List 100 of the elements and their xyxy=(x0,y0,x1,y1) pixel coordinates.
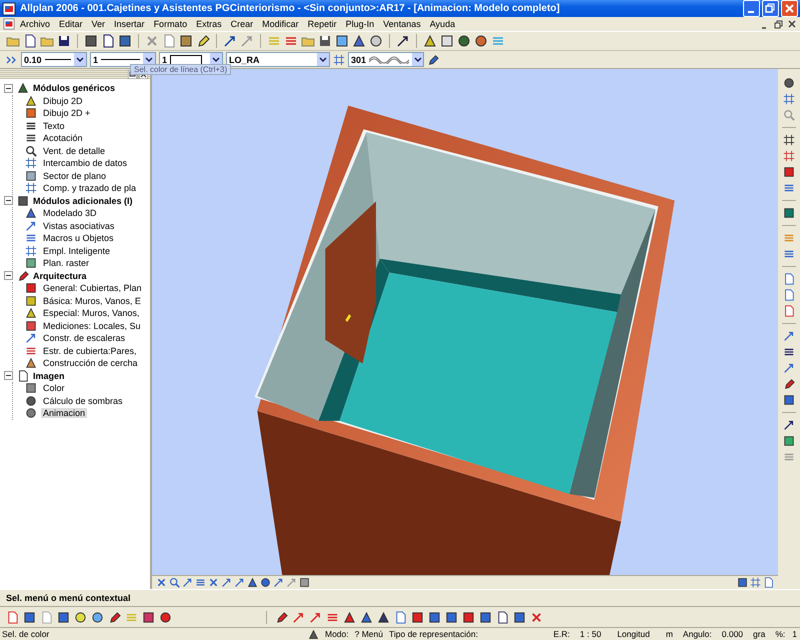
grid-icon[interactable] xyxy=(750,577,761,588)
square-icon[interactable] xyxy=(57,610,70,624)
caret-icon[interactable] xyxy=(145,56,153,62)
pencil-icon[interactable] xyxy=(275,610,288,624)
circle-icon[interactable] xyxy=(260,577,271,588)
tree-item[interactable]: General: Cubiertas, Plan xyxy=(41,283,144,294)
caret-icon[interactable] xyxy=(414,56,422,62)
tree-group-label[interactable]: Imagen xyxy=(33,370,65,381)
caret-icon[interactable] xyxy=(76,56,84,62)
collapse-icon[interactable] xyxy=(4,196,13,206)
cross-icon[interactable] xyxy=(156,577,167,588)
grid-icon[interactable] xyxy=(25,157,37,170)
triangle-icon[interactable] xyxy=(247,577,258,588)
tree-item[interactable]: Empl. Inteligente xyxy=(41,246,112,256)
document-icon[interactable] xyxy=(3,18,15,30)
chevron-icon[interactable] xyxy=(6,54,18,64)
square-icon[interactable] xyxy=(25,320,37,332)
magnifier-icon[interactable] xyxy=(25,144,37,157)
square-icon[interactable] xyxy=(783,435,795,447)
square-icon[interactable] xyxy=(335,34,349,48)
square-icon[interactable] xyxy=(428,610,441,624)
line-width-dropdown[interactable]: 0.10 xyxy=(21,52,87,67)
square-icon[interactable] xyxy=(445,610,458,624)
grid-icon[interactable] xyxy=(783,134,795,146)
circle-icon[interactable] xyxy=(457,34,471,48)
menu-item[interactable]: Modificar xyxy=(258,19,303,29)
triangle-icon[interactable] xyxy=(25,94,37,107)
square-icon[interactable] xyxy=(142,610,155,624)
circle-icon[interactable] xyxy=(369,34,383,48)
square-icon[interactable] xyxy=(440,34,454,48)
square-icon[interactable] xyxy=(25,107,37,120)
square-icon[interactable] xyxy=(25,257,37,270)
page-icon[interactable] xyxy=(101,34,115,48)
lines-icon[interactable] xyxy=(783,346,795,358)
pencil-icon[interactable] xyxy=(17,270,29,282)
circle-icon[interactable] xyxy=(25,407,37,420)
tree-item[interactable]: Dibujo 2D + xyxy=(41,108,92,118)
tree-item[interactable]: Animacion xyxy=(41,408,88,418)
minimize-button[interactable] xyxy=(743,0,760,17)
page-icon[interactable] xyxy=(496,610,509,624)
restore-button[interactable] xyxy=(773,19,783,29)
tree-item[interactable]: Sector de plano xyxy=(41,170,108,181)
tree-item[interactable]: Texto xyxy=(41,120,67,131)
tree-item[interactable]: Modelado 3D xyxy=(41,208,99,218)
tree-item[interactable]: Acotación xyxy=(41,133,85,144)
square-icon[interactable] xyxy=(411,610,424,624)
square-icon[interactable] xyxy=(299,577,310,588)
tree-item[interactable]: Macros u Objetos xyxy=(41,233,116,244)
tree-item[interactable]: Constr. de escaleras xyxy=(41,333,128,344)
page-icon[interactable] xyxy=(17,370,29,382)
pencil-icon[interactable] xyxy=(196,34,210,48)
pencil-icon[interactable] xyxy=(427,54,439,66)
tree-item[interactable]: Plan. raster xyxy=(41,258,92,268)
menu-item[interactable]: Ayuda xyxy=(426,19,460,29)
square-icon[interactable] xyxy=(513,610,526,624)
tree-item[interactable]: Comp. y trazado de pla xyxy=(41,183,138,194)
triangle-icon[interactable] xyxy=(352,34,366,48)
square-icon[interactable] xyxy=(783,207,795,219)
arrow-icon[interactable] xyxy=(25,332,37,344)
arrow-icon[interactable] xyxy=(25,220,37,232)
tree-group-label[interactable]: Arquitectura xyxy=(33,270,87,281)
menu-item[interactable]: Ventanas xyxy=(379,19,425,29)
collapse-icon[interactable] xyxy=(4,371,13,380)
layer-dropdown[interactable]: LO_RA xyxy=(226,52,330,67)
square-icon[interactable] xyxy=(737,577,748,588)
caret-icon[interactable] xyxy=(319,56,327,62)
square-icon[interactable] xyxy=(25,170,37,182)
tree-item[interactable]: Intercambio de datos xyxy=(41,158,130,168)
triangle-icon[interactable] xyxy=(25,307,37,320)
grid-icon[interactable] xyxy=(25,244,37,257)
collapse-icon[interactable] xyxy=(4,84,13,93)
circle-icon[interactable] xyxy=(74,610,87,624)
triangle-icon[interactable] xyxy=(25,207,37,220)
page-icon[interactable] xyxy=(23,34,37,48)
caret-icon[interactable] xyxy=(212,56,220,62)
tree-group-label[interactable]: Módulos adicionales (I) xyxy=(33,196,133,206)
pencil-icon[interactable] xyxy=(783,378,795,390)
circle-icon[interactable] xyxy=(91,610,104,624)
tree-item[interactable]: Especial: Muros, Vanos, xyxy=(41,308,142,318)
menu-item[interactable]: Insertar xyxy=(110,19,149,29)
close-button[interactable] xyxy=(787,19,797,29)
arrow-icon[interactable] xyxy=(396,34,410,48)
square-icon[interactable] xyxy=(783,166,795,178)
arrow-icon[interactable] xyxy=(223,34,237,48)
tree-item[interactable]: Construcción de cercha xyxy=(41,358,140,368)
circle-icon[interactable] xyxy=(25,394,37,407)
tree-item[interactable]: Mediciones: Locales, Su xyxy=(41,320,143,331)
tree-item[interactable]: Cálculo de sombras xyxy=(41,396,125,406)
line-type-dropdown[interactable]: 1 xyxy=(90,52,156,67)
triangle-icon[interactable] xyxy=(423,34,437,48)
grid-icon[interactable] xyxy=(783,93,795,105)
square-icon[interactable] xyxy=(179,34,193,48)
collapse-icon[interactable] xyxy=(4,271,13,280)
menu-item[interactable]: Repetir xyxy=(304,19,341,29)
grid-icon[interactable] xyxy=(25,182,37,194)
circle-icon[interactable] xyxy=(783,77,795,89)
circle-icon[interactable] xyxy=(474,34,488,48)
menu-item[interactable]: Formato xyxy=(150,19,192,29)
menu-item[interactable]: Ver xyxy=(88,19,110,29)
menu-item[interactable]: Editar xyxy=(55,19,87,29)
